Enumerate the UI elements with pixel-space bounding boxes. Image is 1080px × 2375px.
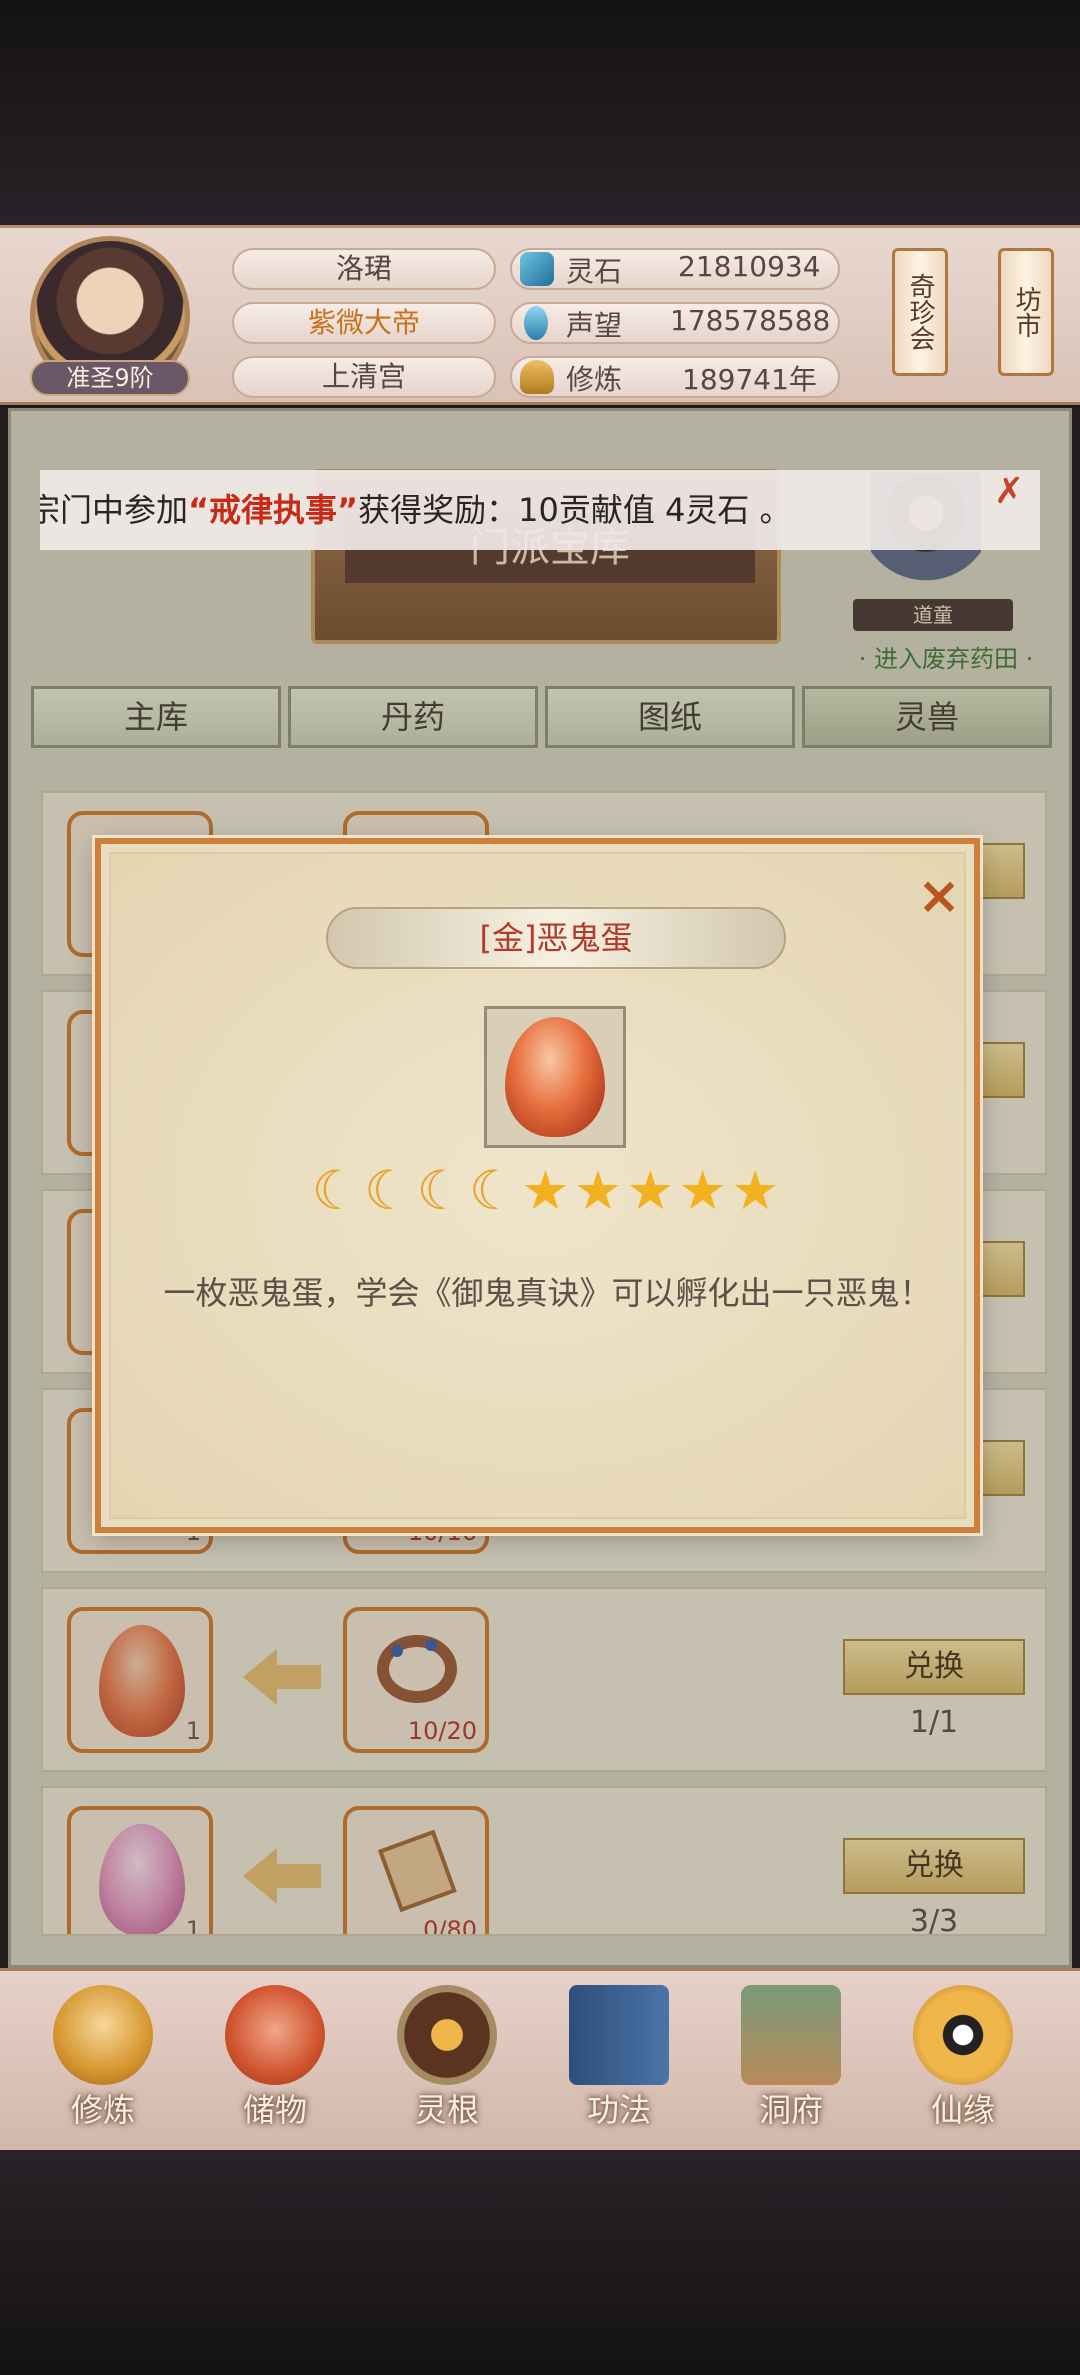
item-rating: ☾☾☾☾★★★★★ xyxy=(111,1159,984,1222)
nav-cave-dwelling[interactable]: 洞府 xyxy=(716,1985,866,2145)
cultivation-icon xyxy=(520,360,554,394)
resource-label: 声望 xyxy=(566,309,623,342)
spirit-root-icon xyxy=(397,1985,497,2085)
spirit-stone-icon xyxy=(520,252,554,286)
item-icon-frame xyxy=(484,1006,626,1148)
nav-fortune[interactable]: 仙缘 xyxy=(888,1985,1038,2145)
prestige-icon xyxy=(524,306,548,340)
nav-label: 洞府 xyxy=(758,2091,823,2129)
star-icon: ★ xyxy=(626,1159,679,1222)
storage-bag-icon xyxy=(225,1985,325,2085)
star-icon: ★ xyxy=(521,1159,574,1222)
close-button[interactable]: × xyxy=(911,868,967,924)
nav-storage[interactable]: 储物 xyxy=(200,1985,350,2145)
resource-value: 189741年 xyxy=(682,363,817,396)
cultivate-icon xyxy=(53,1985,153,2085)
nav-label: 仙缘 xyxy=(930,2091,995,2129)
bottom-background xyxy=(0,2150,1080,2375)
nav-spirit-root[interactable]: 灵根 xyxy=(372,1985,522,2145)
nav-label: 储物 xyxy=(242,2091,307,2129)
cave-dwelling-icon xyxy=(741,1985,841,2085)
yin-yang-gourd-icon xyxy=(913,1985,1013,2085)
nav-label: 灵根 xyxy=(414,2091,479,2129)
demon-egg-icon xyxy=(505,1017,605,1137)
nav-techniques[interactable]: 功法 xyxy=(544,1985,694,2145)
player-sect: 上清宫 xyxy=(232,356,496,398)
moon-icon: ☾ xyxy=(364,1159,417,1222)
nav-label: 功法 xyxy=(586,2091,651,2129)
nav-cultivate[interactable]: 修炼 xyxy=(28,1985,178,2145)
star-icon: ★ xyxy=(678,1159,731,1222)
rare-treasure-button[interactable]: 奇珍会 xyxy=(892,248,948,376)
toast-text: 宗门中参加 xyxy=(40,491,189,529)
moon-icon: ☾ xyxy=(311,1159,365,1222)
resource-label: 灵石 xyxy=(566,255,623,288)
realm-badge: 准圣9阶 xyxy=(30,360,190,396)
nav-label: 修炼 xyxy=(70,2091,135,2129)
star-icon: ★ xyxy=(730,1159,784,1222)
close-icon[interactable]: ✗ xyxy=(994,474,1030,510)
item-detail-modal: × [金]恶鬼蛋 ☾☾☾☾★★★★★ 一枚恶鬼蛋，学会《御鬼真诀》可以孵化出一只… xyxy=(95,838,980,1533)
reward-notification: 宗门中参加“戒律执事”获得奖励：10贡献值 4灵石 。 ✗ xyxy=(40,470,1040,550)
market-button[interactable]: 坊市 xyxy=(998,248,1054,376)
bottom-navigation: 修炼 储物 灵根 功法 洞府 仙缘 xyxy=(0,1968,1080,2150)
toast-highlight: “戒律执事” xyxy=(188,491,359,529)
star-icon: ★ xyxy=(573,1159,627,1222)
resource-value: 178578588 xyxy=(670,304,831,337)
player-header: 准圣9阶 洛珺 紫微大帝 上清宫 灵石 21810934 声望 17857858… xyxy=(0,225,1080,405)
player-title: 紫微大帝 xyxy=(232,302,496,344)
modal-body: × [金]恶鬼蛋 ☾☾☾☾★★★★★ 一枚恶鬼蛋，学会《御鬼真诀》可以孵化出一只… xyxy=(109,852,966,1519)
moon-icon: ☾ xyxy=(468,1159,522,1222)
top-background xyxy=(0,0,1080,225)
item-name: [金]恶鬼蛋 xyxy=(326,907,786,969)
moon-icon: ☾ xyxy=(416,1159,469,1222)
player-name: 洛珺 xyxy=(232,248,496,290)
resource-value: 21810934 xyxy=(678,250,821,283)
item-description: 一枚恶鬼蛋，学会《御鬼真诀》可以孵化出一只恶鬼！ xyxy=(163,1274,932,1312)
toast-text: 获得奖励：10贡献值 4灵石 。 xyxy=(358,491,792,529)
resource-label: 修炼 xyxy=(566,363,623,396)
technique-book-icon xyxy=(569,1985,669,2085)
